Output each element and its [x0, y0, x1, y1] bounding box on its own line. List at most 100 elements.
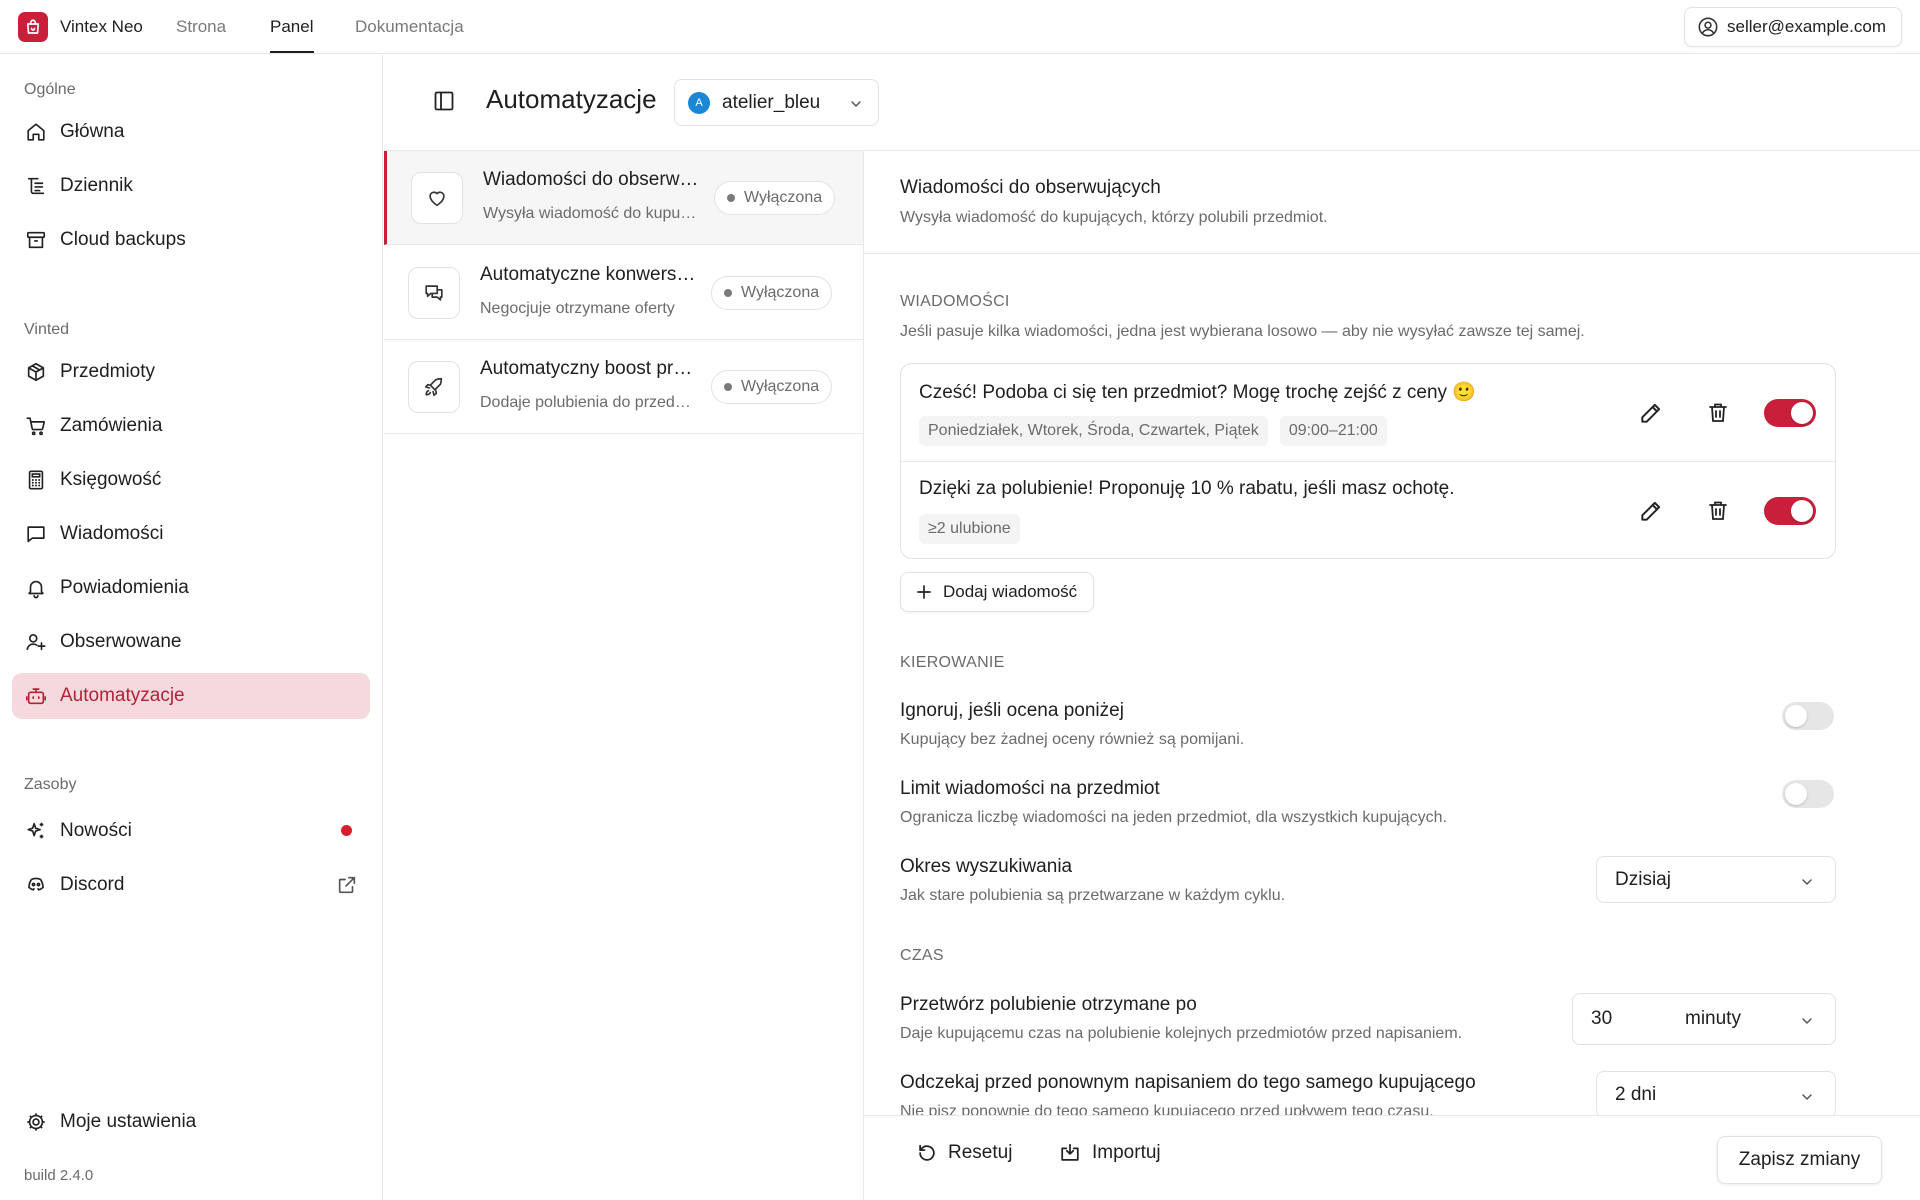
brand-name[interactable]: Vintex Neo	[60, 17, 143, 37]
trash-icon[interactable]	[1706, 498, 1730, 524]
automation-item-conversations[interactable]: Automatyczne konwersacje Negocjuje otrzy…	[384, 246, 863, 340]
automation-subtitle: Dodaje polubienia do przedmiotów	[480, 394, 696, 411]
group-label-general: Ogólne	[24, 81, 76, 98]
process-after-unit[interactable]: minuty	[1685, 1008, 1741, 1030]
detail-subtitle: Wysyła wiadomość do kupujących, którzy p…	[900, 209, 1328, 226]
message-toggle[interactable]	[1764, 399, 1816, 427]
chat-icon	[408, 267, 460, 319]
sidebar-item-settings[interactable]: Moje ustawienia	[12, 1099, 370, 1145]
wait-before-select[interactable]: 2 dni	[1596, 1071, 1836, 1115]
sidebar-item-wiadomosci[interactable]: Wiadomości	[12, 511, 370, 557]
external-link-icon	[336, 874, 358, 896]
sidebar-item-obserwowane[interactable]: Obserwowane	[12, 619, 370, 665]
limit-per-item-toggle[interactable]	[1782, 780, 1834, 808]
sidebar-item-przedmioty[interactable]: Przedmioty	[12, 349, 370, 395]
message-item[interactable]: Dzięki za polubienie! Proponuję 10 % rab…	[901, 462, 1835, 558]
automation-title: Automatyczny boost przedmiotów	[480, 358, 696, 379]
trash-icon[interactable]	[1706, 400, 1730, 426]
section-label-messages: WIADOMOŚCI	[900, 293, 1010, 310]
build-version: build 2.4.0	[24, 1167, 94, 1184]
message-text: Dzięki za polubienie! Proponuję 10 % rab…	[919, 478, 1455, 499]
nav-panel[interactable]: Panel	[270, 17, 313, 37]
sidebar-item-label: Przedmioty	[60, 361, 156, 382]
sidebar-item-discord[interactable]: Discord	[12, 862, 370, 908]
status-badge: Wyłączona	[711, 276, 833, 310]
wait-before-value: 2 dni	[1615, 1083, 1657, 1105]
sidebar-item-label: Zamówienia	[60, 415, 163, 436]
sidebar-item-label: Główna	[60, 121, 125, 142]
sidebar-item-cloud-backups[interactable]: Cloud backups	[12, 217, 370, 263]
add-message-label: Dodaj wiadomość	[943, 582, 1078, 601]
sidebar-item-label: Nowości	[60, 820, 132, 841]
sidebar-item-label: Wiadomości	[60, 523, 164, 544]
plus-icon	[915, 583, 933, 601]
nav-dokumentacja[interactable]: Dokumentacja	[355, 17, 464, 37]
status-badge: Wyłączona	[711, 370, 833, 404]
active-nav-indicator	[270, 51, 314, 53]
ignore-rating-toggle[interactable]	[1782, 702, 1834, 730]
automation-item-followers[interactable]: Wiadomości do obserwujących Wysyła wiado…	[384, 151, 863, 245]
condition-chip: Poniedziałek, Wtorek, Środa, Czwartek, P…	[919, 416, 1268, 446]
package-icon	[24, 360, 48, 384]
sparkles-icon	[24, 819, 48, 843]
search-period-select[interactable]: Dzisiaj	[1596, 856, 1836, 903]
search-period-value: Dzisiaj	[1615, 868, 1671, 890]
process-after-amount[interactable]: 30	[1591, 1008, 1612, 1030]
group-label-resources: Zasoby	[24, 776, 77, 793]
cart-icon	[24, 414, 48, 438]
message-item[interactable]: Cześć! Podoba ci się ten przedmiot? Mogę…	[901, 364, 1835, 462]
sidebar-item-powiadomienia[interactable]: Powiadomienia	[12, 565, 370, 611]
sidebar-item-zamowienia[interactable]: Zamówienia	[12, 403, 370, 449]
pencil-icon[interactable]	[1638, 498, 1664, 524]
heart-icon	[411, 172, 463, 224]
nav-strona[interactable]: Strona	[176, 17, 226, 37]
process-after-subtitle: Daje kupującemu czas na polubienie kolej…	[900, 1025, 1463, 1042]
reset-button[interactable]: Resetuj	[916, 1142, 1012, 1164]
reset-icon	[916, 1142, 938, 1164]
chevron-down-icon	[1799, 1089, 1815, 1105]
chevron-down-icon	[1799, 1013, 1815, 1029]
pencil-icon[interactable]	[1638, 400, 1664, 426]
log-icon	[24, 174, 48, 198]
archive-icon	[24, 228, 48, 252]
messages-list: Cześć! Podoba ci się ten przedmiot? Mogę…	[900, 363, 1836, 559]
account-email: seller@example.com	[1727, 17, 1886, 36]
sidebar-toggle-icon[interactable]	[432, 89, 456, 113]
sidebar-item-label: Księgowość	[60, 469, 162, 490]
process-after-input[interactable]: 30 minuty	[1572, 993, 1836, 1045]
automation-title: Automatyczne konwersacje	[480, 264, 696, 285]
sidebar-item-automatyzacje[interactable]: Automatyzacje	[12, 673, 370, 719]
status-text: Wyłączona	[741, 284, 820, 301]
new-indicator-dot	[341, 825, 352, 836]
brand-logo-icon[interactable]	[18, 12, 48, 42]
detail-title: Wiadomości do obserwujących	[900, 177, 1161, 198]
message-conditions: ≥2 ulubione	[919, 514, 1020, 544]
home-icon	[24, 120, 48, 144]
sidebar-item-ksiegowosc[interactable]: Księgowość	[12, 457, 370, 503]
process-after-title: Przetwórz polubienie otrzymane po	[900, 994, 1197, 1015]
sidebar-item-label: Discord	[60, 874, 125, 895]
add-message-button[interactable]: Dodaj wiadomość	[900, 572, 1094, 612]
sidebar-item-label: Dziennik	[60, 175, 133, 196]
sidebar-item-label: Powiadomienia	[60, 577, 189, 598]
account-selector[interactable]: A atelier_bleu	[674, 79, 879, 126]
sidebar-item-label: Obserwowane	[60, 631, 182, 652]
message-toggle[interactable]	[1764, 497, 1816, 525]
sidebar-item-dziennik[interactable]: Dziennik	[12, 163, 370, 209]
ignore-rating-subtitle: Kupujący bez żadnej oceny również są pom…	[900, 731, 1245, 748]
sidebar-item-nowosci[interactable]: Nowości	[12, 808, 370, 854]
bell-icon	[24, 576, 48, 600]
wait-before-subtitle: Nie pisz ponownie do tego samego kupując…	[900, 1103, 1434, 1115]
save-button[interactable]: Zapisz zmiany	[1717, 1136, 1882, 1184]
page-title: Automatyzacje	[486, 84, 657, 114]
sidebar-item-glowna[interactable]: Główna	[12, 109, 370, 155]
automation-item-boost[interactable]: Automatyczny boost przedmiotów Dodaje po…	[384, 340, 863, 434]
account-button[interactable]: seller@example.com	[1684, 7, 1902, 47]
message-conditions: Poniedziałek, Wtorek, Środa, Czwartek, P…	[919, 416, 1387, 446]
user-plus-icon	[24, 630, 48, 654]
limit-per-item-title: Limit wiadomości na przedmiot	[900, 778, 1160, 799]
status-badge: Wyłączona	[714, 181, 836, 215]
import-button[interactable]: Importuj	[1058, 1142, 1161, 1164]
messages-hint: Jeśli pasuje kilka wiadomości, jedna jes…	[900, 323, 1585, 340]
message-icon	[24, 522, 48, 546]
